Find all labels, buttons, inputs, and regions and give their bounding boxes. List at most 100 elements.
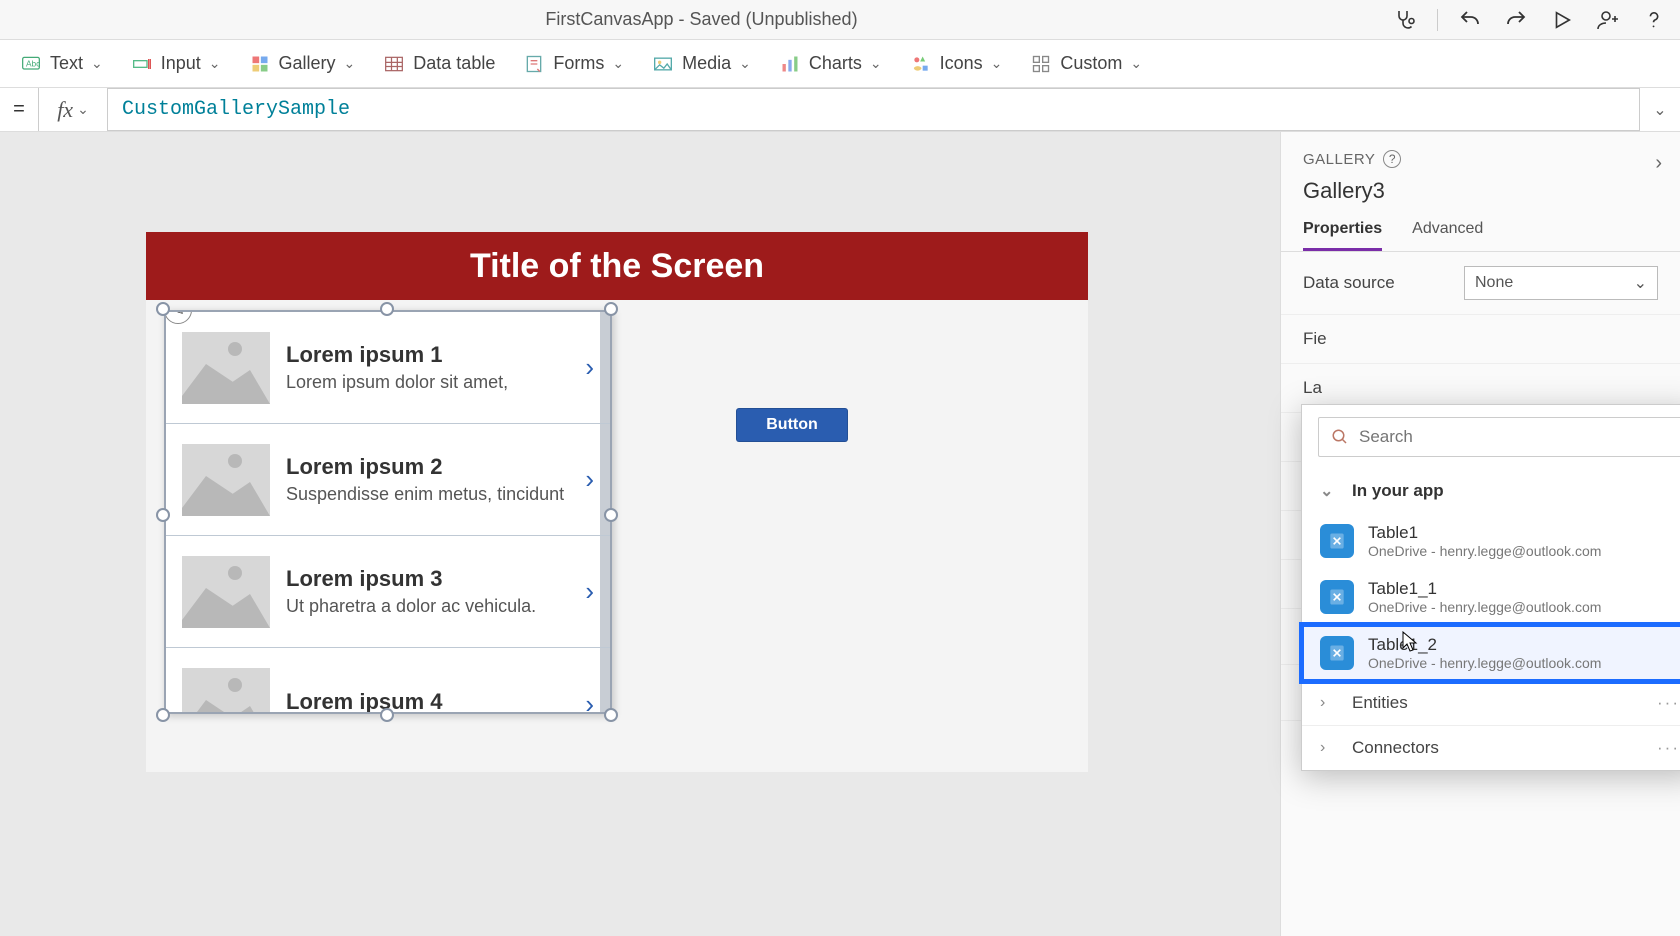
placeholder-image-icon — [182, 332, 270, 404]
control-name: Gallery3 — [1303, 178, 1658, 204]
gallery-item-title: Lorem ipsum 3 — [286, 566, 569, 592]
section-entities[interactable]: › Entities ··· — [1302, 681, 1680, 725]
source-path: OneDrive - henry.legge@outlook.com — [1368, 599, 1601, 615]
chevron-right-icon[interactable]: › — [585, 576, 594, 607]
source-name: Table1 — [1368, 523, 1601, 543]
gallery-row[interactable]: Lorem ipsum 3 Ut pharetra a dolor ac veh… — [166, 536, 610, 648]
fx-label: fx — [57, 97, 73, 123]
gallery-control[interactable]: ✎ Lorem ipsum 1 Lorem ipsum dolor sit am… — [164, 310, 612, 714]
gallery-row[interactable]: Lorem ipsum 1 Lorem ipsum dolor sit amet… — [166, 312, 610, 424]
panel-category: GALLERY ? — [1303, 150, 1658, 168]
panel-collapse-icon[interactable]: › — [1655, 152, 1662, 175]
excel-source-icon — [1320, 636, 1354, 670]
insert-ribbon: Abc Text⌄ Input⌄ Gallery⌄ Data table For… — [0, 40, 1680, 88]
chevron-right-icon[interactable]: › — [585, 689, 594, 715]
text-icon: Abc — [20, 53, 42, 75]
ribbon-gallery-label: Gallery — [279, 53, 336, 74]
chevron-right-icon[interactable]: › — [585, 352, 594, 383]
ribbon-text[interactable]: Abc Text⌄ — [20, 53, 103, 75]
screen-title[interactable]: Title of the Screen — [146, 232, 1088, 300]
help-icon[interactable]: ? — [1383, 150, 1401, 168]
selection-handle[interactable] — [156, 302, 170, 316]
chevron-down-icon: ⌄ — [1130, 55, 1142, 72]
data-source-item[interactable]: Table1_2 OneDrive - henry.legge@outlook.… — [1302, 625, 1680, 681]
properties-panel: GALLERY ? › Gallery3 Properties Advanced… — [1280, 132, 1680, 936]
more-icon[interactable]: ··· — [1657, 738, 1680, 758]
screen[interactable]: Title of the Screen Button ✎ Lorem ipsum… — [146, 232, 1088, 772]
panel-tabs: Properties Advanced — [1281, 212, 1680, 252]
selection-handle[interactable] — [380, 708, 394, 722]
tab-advanced[interactable]: Advanced — [1412, 212, 1483, 251]
ribbon-forms[interactable]: Forms⌄ — [523, 53, 624, 75]
placeholder-image-icon — [182, 556, 270, 628]
chevron-down-icon: ⌄ — [209, 55, 221, 72]
formula-equals: = — [0, 88, 38, 131]
search-input[interactable] — [1359, 427, 1669, 447]
canvas-area[interactable]: Title of the Screen Button ✎ Lorem ipsum… — [0, 132, 1280, 936]
chevron-down-icon: ⌄ — [91, 55, 103, 72]
ribbon-data-table-label: Data table — [413, 53, 495, 74]
gallery-item-subtitle: Suspendisse enim metus, tincidunt — [286, 484, 569, 505]
gallery-row[interactable]: Lorem ipsum 4 › — [166, 648, 610, 714]
placeholder-image-icon — [182, 668, 270, 714]
ribbon-media-label: Media — [682, 53, 731, 74]
more-icon[interactable]: ··· — [1657, 693, 1680, 713]
selection-handle[interactable] — [156, 508, 170, 522]
ribbon-custom-label: Custom — [1060, 53, 1122, 74]
canvas-button[interactable]: Button — [736, 408, 848, 442]
prop-label: Data source — [1303, 273, 1395, 293]
divider — [1437, 9, 1438, 31]
data-source-item[interactable]: Table1 OneDrive - henry.legge@outlook.co… — [1302, 513, 1680, 569]
chevron-down-icon: ⌄ — [1634, 273, 1647, 293]
formula-input[interactable]: CustomGallerySample — [108, 88, 1640, 131]
source-path: OneDrive - henry.legge@outlook.com — [1368, 655, 1601, 671]
source-name: Table1_2 — [1368, 635, 1601, 655]
prop-data-source: Data source None⌄ — [1281, 252, 1680, 315]
ribbon-gallery[interactable]: Gallery⌄ — [249, 53, 356, 75]
ribbon-icons[interactable]: Icons⌄ — [910, 53, 1003, 75]
gallery-item-title: Lorem ipsum 4 — [286, 689, 569, 714]
selection-handle[interactable] — [156, 708, 170, 722]
formula-expand-icon[interactable]: ⌄ — [1640, 88, 1680, 131]
gallery-item-subtitle: Ut pharetra a dolor ac vehicula. — [286, 596, 569, 617]
title-bar: FirstCanvasApp - Saved (Unpublished) — [0, 0, 1680, 40]
excel-source-icon — [1320, 580, 1354, 614]
selection-handle[interactable] — [604, 708, 618, 722]
undo-icon[interactable] — [1456, 6, 1484, 34]
gallery-row[interactable]: Lorem ipsum 2 Suspendisse enim metus, ti… — [166, 424, 610, 536]
selection-handle[interactable] — [604, 508, 618, 522]
chevron-right-icon[interactable]: › — [585, 464, 594, 495]
app-title: FirstCanvasApp - Saved (Unpublished) — [12, 9, 1391, 30]
data-source-dropdown[interactable]: None⌄ — [1464, 266, 1658, 300]
tab-properties[interactable]: Properties — [1303, 212, 1382, 251]
selection-handle[interactable] — [380, 302, 394, 316]
chevron-down-icon: ⌄ — [77, 101, 89, 118]
ribbon-data-table[interactable]: Data table — [383, 53, 495, 75]
data-table-icon — [383, 53, 405, 75]
chevron-right-icon: › — [1320, 694, 1338, 712]
stethoscope-icon[interactable] — [1391, 6, 1419, 34]
ribbon-media[interactable]: Media ⌄ — [652, 53, 751, 75]
search-box[interactable] — [1318, 417, 1680, 457]
data-source-item[interactable]: Table1_1 OneDrive - henry.legge@outlook.… — [1302, 569, 1680, 625]
ribbon-charts[interactable]: Charts⌄ — [779, 53, 882, 75]
redo-icon[interactable] — [1502, 6, 1530, 34]
section-connectors[interactable]: › Connectors ··· — [1302, 725, 1680, 770]
forms-icon — [523, 53, 545, 75]
share-user-icon[interactable] — [1594, 6, 1622, 34]
input-icon — [131, 53, 153, 75]
section-in-your-app[interactable]: ⌄ In your app — [1302, 469, 1680, 513]
ribbon-input[interactable]: Input⌄ — [131, 53, 221, 75]
play-icon[interactable] — [1548, 6, 1576, 34]
selection-handle[interactable] — [604, 302, 618, 316]
help-icon[interactable] — [1640, 6, 1668, 34]
ribbon-forms-label: Forms — [553, 53, 604, 74]
chevron-down-icon: ⌄ — [739, 55, 751, 72]
svg-text:Abc: Abc — [26, 58, 40, 68]
formula-fx-dropdown[interactable]: fx ⌄ — [38, 88, 108, 131]
charts-icon — [779, 53, 801, 75]
gallery-item-title: Lorem ipsum 2 — [286, 454, 569, 480]
ribbon-custom[interactable]: Custom ⌄ — [1030, 53, 1142, 75]
excel-source-icon — [1320, 524, 1354, 558]
placeholder-image-icon — [182, 444, 270, 516]
